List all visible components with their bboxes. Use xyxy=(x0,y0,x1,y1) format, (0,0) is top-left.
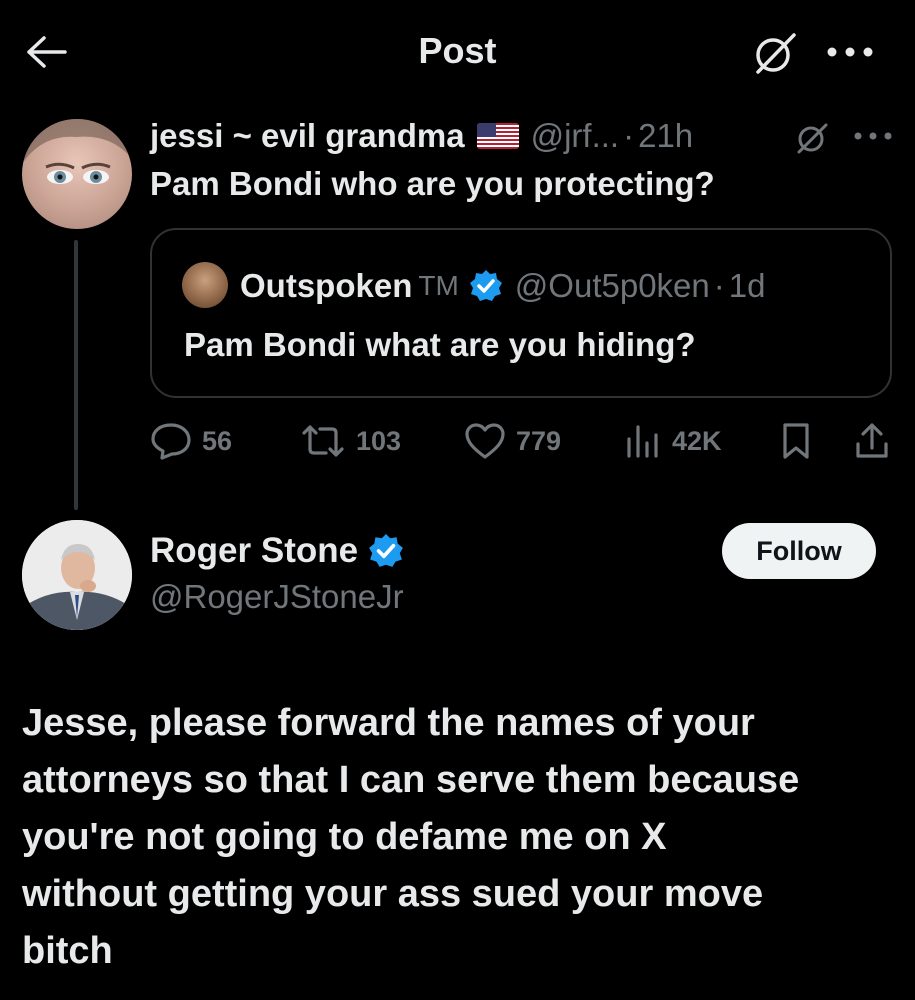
quoted-post[interactable]: Outspoken TM @Out5p0ken · 1d Pam Bondi w… xyxy=(150,228,892,398)
verified-badge-icon xyxy=(469,270,502,301)
quote-text: Pam Bondi what are you hiding? xyxy=(184,326,696,363)
more-options-button[interactable] xyxy=(848,118,898,154)
repost-button[interactable]: 103 xyxy=(300,416,401,466)
tweet-header: jessi ~ evil grandma @jrf... · 21h xyxy=(150,114,693,158)
like-count: 779 xyxy=(516,425,562,456)
share-button[interactable] xyxy=(854,416,900,466)
views-button[interactable]: 42K xyxy=(624,416,722,466)
separator: · xyxy=(623,117,635,154)
thread-line xyxy=(74,240,78,510)
action-bar: 56 103 779 42K xyxy=(150,416,895,466)
quote-separator: · xyxy=(713,267,725,304)
more-options-button[interactable] xyxy=(820,28,880,76)
follow-button[interactable]: Follow xyxy=(722,523,876,579)
quote-timestamp: 1d xyxy=(728,267,766,304)
top-bar: Post xyxy=(0,0,915,104)
tweet-text: Pam Bondi who are you protecting? xyxy=(150,165,715,202)
post-text-line: you're not going to defame me on X xyxy=(22,816,667,858)
handle[interactable]: @RogerJStoneJr xyxy=(150,578,404,616)
post-text-line: attorneys so that I can serve them becau… xyxy=(22,759,800,801)
profile-photo-icon xyxy=(22,520,132,630)
quote-header: Outspoken TM @Out5p0ken · 1d xyxy=(240,264,765,308)
display-name: Roger Stone xyxy=(150,528,404,574)
bookmark-button[interactable] xyxy=(780,416,822,466)
profile-photo-icon xyxy=(22,119,132,184)
display-name-text[interactable]: Roger Stone xyxy=(150,531,358,571)
repost-icon xyxy=(302,425,344,457)
reply-button[interactable]: 56 xyxy=(150,416,232,466)
avatar[interactable] xyxy=(22,119,132,229)
post-text: Jesse, please forward the names of your … xyxy=(22,695,902,980)
post-text-line: without getting your ass sued your move xyxy=(22,873,764,915)
post-text-line: Jesse, please forward the names of your xyxy=(22,702,755,744)
more-horizontal-icon xyxy=(827,47,873,57)
handle[interactable]: @jrf... xyxy=(531,117,620,155)
grok-button[interactable] xyxy=(790,118,834,158)
more-horizontal-icon xyxy=(854,132,892,140)
heart-icon xyxy=(465,423,505,459)
share-icon xyxy=(856,423,888,458)
bookmark-icon xyxy=(783,423,809,459)
quote-tm: TM xyxy=(418,270,459,301)
grok-icon xyxy=(756,33,796,74)
view-count: 42K xyxy=(672,425,722,456)
us-flag-icon xyxy=(476,123,519,149)
views-icon xyxy=(627,425,658,458)
reply-count: 56 xyxy=(202,425,233,456)
quote-handle: @Out5p0ken xyxy=(514,267,710,304)
verified-badge-icon xyxy=(369,534,404,567)
quote-avatar xyxy=(182,262,228,308)
avatar[interactable] xyxy=(22,520,132,630)
grok-icon xyxy=(797,123,828,154)
display-name[interactable]: jessi ~ evil grandma xyxy=(150,117,465,155)
reply-icon xyxy=(151,423,191,460)
grok-button[interactable] xyxy=(748,26,802,80)
post-text-line: bitch xyxy=(22,930,113,972)
quote-display-name: Outspoken xyxy=(240,267,413,304)
like-button[interactable]: 779 xyxy=(464,416,561,466)
timestamp[interactable]: 21h xyxy=(638,117,693,155)
repost-count: 103 xyxy=(356,425,402,456)
